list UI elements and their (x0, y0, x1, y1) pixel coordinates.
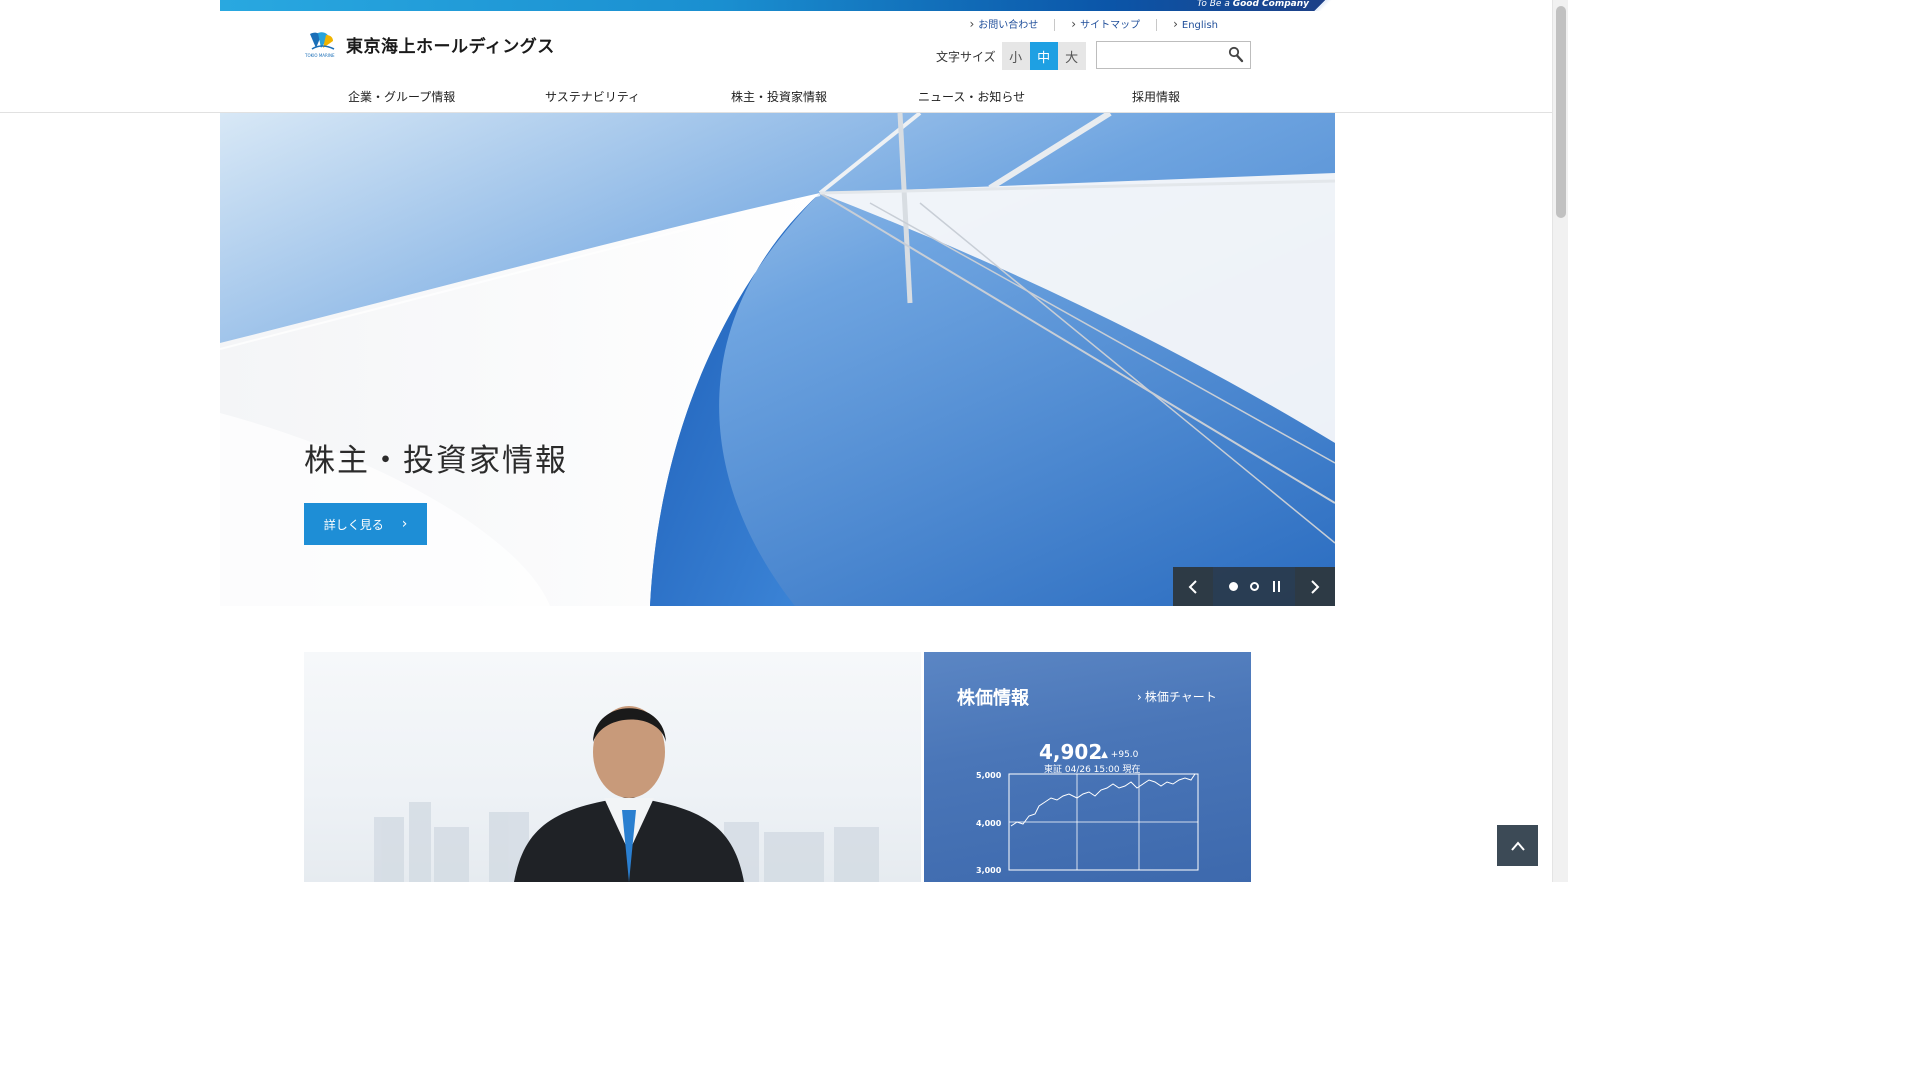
english-link[interactable]: English (1156, 19, 1234, 31)
page-scrollbar[interactable] (1552, 0, 1568, 882)
nav-item-corporate[interactable]: 企業・グループ情報 (348, 88, 455, 105)
chevron-right-icon: › (401, 516, 408, 532)
search-icon[interactable] (1228, 46, 1244, 64)
back-to-top-button[interactable] (1497, 825, 1538, 866)
slider-prev-button[interactable] (1173, 567, 1213, 606)
company-name: 東京海上ホールディングス (346, 36, 555, 57)
font-size-medium-button[interactable]: 中 (1029, 42, 1058, 70)
slide-dot-2[interactable] (1249, 582, 1259, 591)
contact-link[interactable]: お問い合わせ (953, 19, 1054, 31)
nav-item-investors[interactable]: 株主・投資家情報 (731, 88, 827, 105)
chevron-left-icon (1188, 579, 1197, 594)
y-tick-5000: 5,000 (976, 771, 1002, 780)
stock-change: ▲ +95.0 (1101, 750, 1139, 760)
ceo-portrait-image (374, 706, 879, 882)
font-size-large-button[interactable]: 大 (1057, 42, 1086, 70)
font-size-switcher: 文字サイズ 小 中 大 (936, 42, 1086, 70)
hero-more-button[interactable]: 詳しく見る › (304, 503, 427, 545)
hero-more-label: 詳しく見る (323, 517, 384, 532)
hero-title: 株主・投資家情報 (304, 443, 568, 479)
top-message-card[interactable] (304, 652, 921, 882)
utility-links: お問い合わせ サイトマップ English (953, 19, 1234, 31)
slider-next-button[interactable] (1295, 567, 1335, 606)
top-brand-stripe: To Be a Good Company (220, 0, 1335, 11)
logo-small-text: TOKIO MARINE (304, 53, 335, 58)
scrollbar-thumb[interactable] (1556, 6, 1566, 218)
y-tick-3000: 3,000 (976, 866, 1002, 875)
slide-dot-1[interactable] (1228, 582, 1238, 591)
stock-price-line (1010, 773, 1196, 827)
nav-item-careers[interactable]: 採用情報 (1132, 88, 1180, 105)
nav-item-news[interactable]: ニュース・お知らせ (918, 88, 1025, 105)
pause-icon[interactable] (1272, 581, 1280, 592)
slider-pager (1213, 567, 1295, 606)
site-header: TOKIO MARINE 東京海上ホールディングス お問い合わせ サイトマップ … (0, 11, 1552, 113)
sitemap-link[interactable]: サイトマップ (1054, 19, 1156, 31)
chevron-right-icon (1311, 579, 1320, 594)
font-size-small-button[interactable]: 小 (1001, 42, 1030, 70)
nav-item-sustainability[interactable]: サステナビリティ (545, 88, 640, 105)
font-size-label: 文字サイズ (936, 49, 996, 64)
stock-price: 4,902 (1039, 740, 1103, 764)
y-tick-4000: 4,000 (976, 819, 1002, 828)
stripe-corner (1311, 0, 1335, 11)
stock-chart-link[interactable]: 株価チャート (1137, 688, 1217, 705)
tokio-marine-logo-icon: TOKIO MARINE (304, 30, 338, 58)
brand-tagline: To Be a Good Company (1197, 0, 1309, 9)
stock-title: 株価情報 (957, 688, 1029, 709)
hero-slider: 株主・投資家情報 詳しく見る › (220, 113, 1335, 606)
search-input[interactable] (1097, 42, 1222, 68)
stock-info-card: 株価情報 株価チャート 4,902 ▲ +95.0 東証 04/26 15:00… (924, 652, 1251, 882)
stock-chart: 5,000 4,000 3,000 (976, 771, 1199, 875)
chevron-up-icon (1510, 840, 1525, 851)
site-logo[interactable]: TOKIO MARINE 東京海上ホールディングス (304, 30, 555, 58)
search-box (1096, 41, 1251, 69)
slider-controls (1173, 567, 1335, 606)
